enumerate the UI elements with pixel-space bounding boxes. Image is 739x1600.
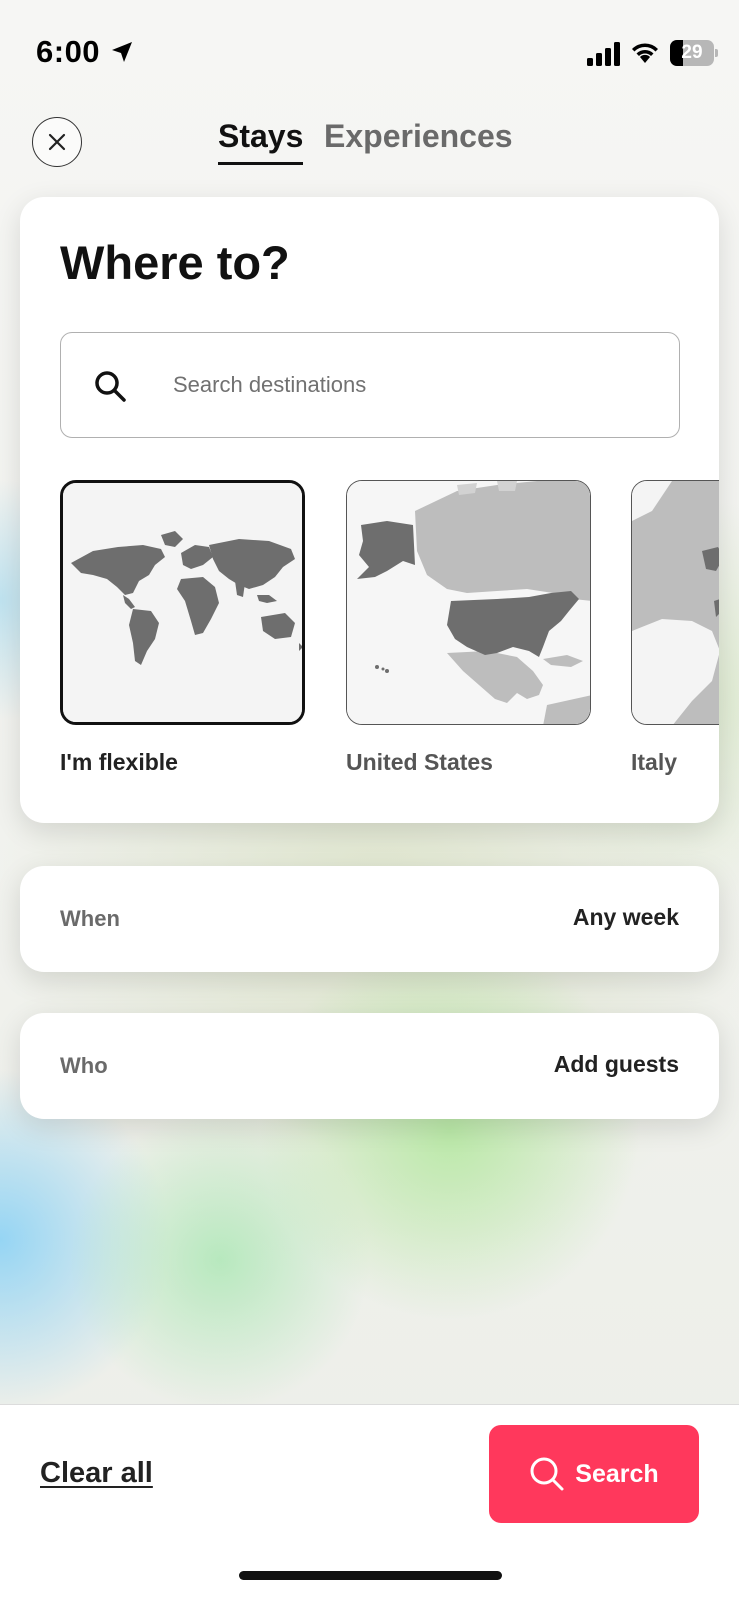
clear-all-link[interactable]: Clear all [40, 1457, 153, 1490]
home-indicator [239, 1571, 502, 1580]
italy-map-image [631, 480, 719, 725]
world-map-image [60, 480, 305, 725]
search-icon [95, 371, 126, 402]
status-time: 6:00 [36, 34, 101, 69]
status-bar: 6:00 29 [0, 0, 739, 100]
when-label: When [60, 906, 120, 931]
tab-experiences[interactable]: Experiences [324, 118, 513, 155]
destination-italy[interactable]: Italy [631, 480, 719, 776]
signal-icon [587, 42, 620, 66]
destination-united-states[interactable]: United States [346, 480, 591, 776]
search-button[interactable]: Search [489, 1425, 699, 1523]
who-label: Who [60, 1053, 108, 1078]
close-button[interactable] [32, 117, 82, 167]
where-card: Where to? Search destinations I'm flexib… [20, 197, 719, 823]
destination-flexible[interactable]: I'm flexible [60, 480, 305, 776]
destination-label: United States [346, 749, 493, 775]
us-map-image [346, 480, 591, 725]
search-button-label: Search [575, 1459, 659, 1488]
destination-label: I'm flexible [60, 749, 178, 775]
wifi-icon [632, 43, 658, 63]
when-card[interactable]: When Any week [20, 866, 719, 972]
who-card[interactable]: Who Add guests [20, 1013, 719, 1119]
when-value: Any week [572, 904, 679, 930]
search-destinations-input[interactable] [173, 363, 653, 407]
battery-icon: 29 [670, 40, 718, 66]
search-destinations-box[interactable] [60, 332, 680, 438]
close-icon [48, 133, 66, 151]
destination-label: Italy [631, 749, 678, 775]
where-title: Where to? [60, 236, 290, 289]
search-icon [530, 1457, 564, 1491]
who-value: Add guests [553, 1051, 679, 1077]
battery-level: 29 [681, 42, 703, 63]
tab-stays[interactable]: Stays [218, 118, 304, 165]
location-arrow-icon [112, 42, 132, 62]
footer-bar: Clear all Search [0, 1404, 739, 1600]
